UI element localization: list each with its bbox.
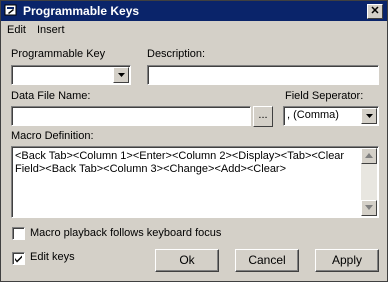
menu-insert[interactable]: Insert	[37, 24, 65, 36]
macro-definition-text: <Back Tab><Column 1><Enter><Column 2><Di…	[15, 150, 345, 175]
browse-button[interactable]: ...	[253, 106, 273, 127]
programmable-key-select[interactable]	[11, 65, 131, 85]
menu-edit[interactable]: Edit	[7, 24, 26, 36]
programmable-key-label: Programmable Key	[11, 48, 106, 60]
chevron-down-icon	[366, 114, 373, 118]
scroll-up-button[interactable]	[361, 148, 377, 164]
vertical-scrollbar[interactable]	[361, 148, 377, 216]
description-input[interactable]	[147, 65, 379, 85]
macro-playback-checkbox[interactable]	[12, 227, 25, 240]
data-file-input[interactable]	[11, 106, 251, 126]
programmable-keys-window: Programmable Keys ✕ Edit Insert Programm…	[0, 0, 388, 282]
title-bar[interactable]: Programmable Keys ✕	[1, 1, 387, 21]
field-separator-value: , (Comma)	[287, 109, 339, 121]
arrow-down-icon	[365, 205, 373, 210]
edit-keys-checkbox[interactable]	[12, 252, 25, 265]
macro-definition-label: Macro Definition:	[11, 130, 94, 142]
macro-definition-textarea[interactable]: <Back Tab><Column 1><Enter><Column 2><Di…	[11, 146, 379, 218]
cancel-button[interactable]: Cancel	[235, 249, 299, 272]
field-separator-dropdown-button[interactable]	[361, 108, 377, 124]
close-icon: ✕	[370, 5, 380, 17]
arrow-up-icon	[365, 153, 373, 158]
app-icon	[4, 4, 17, 16]
field-separator-label: Field Seperator:	[285, 90, 364, 102]
macro-playback-label: Macro playback follows keyboard focus	[30, 227, 222, 239]
checkmark-icon	[15, 255, 22, 263]
field-separator-select[interactable]: , (Comma)	[283, 106, 379, 126]
data-file-label: Data File Name:	[11, 90, 91, 102]
close-button[interactable]: ✕	[367, 4, 383, 19]
chevron-down-icon	[118, 73, 125, 77]
description-label: Description:	[147, 48, 206, 60]
menu-bar: Edit Insert	[1, 21, 387, 39]
window-title: Programmable Keys	[23, 4, 140, 18]
apply-button[interactable]: Apply	[315, 249, 379, 272]
programmable-key-dropdown-button[interactable]	[113, 67, 129, 83]
ok-button[interactable]: Ok	[155, 249, 219, 272]
scroll-down-button[interactable]	[361, 200, 377, 216]
edit-keys-label: Edit keys	[30, 251, 75, 263]
